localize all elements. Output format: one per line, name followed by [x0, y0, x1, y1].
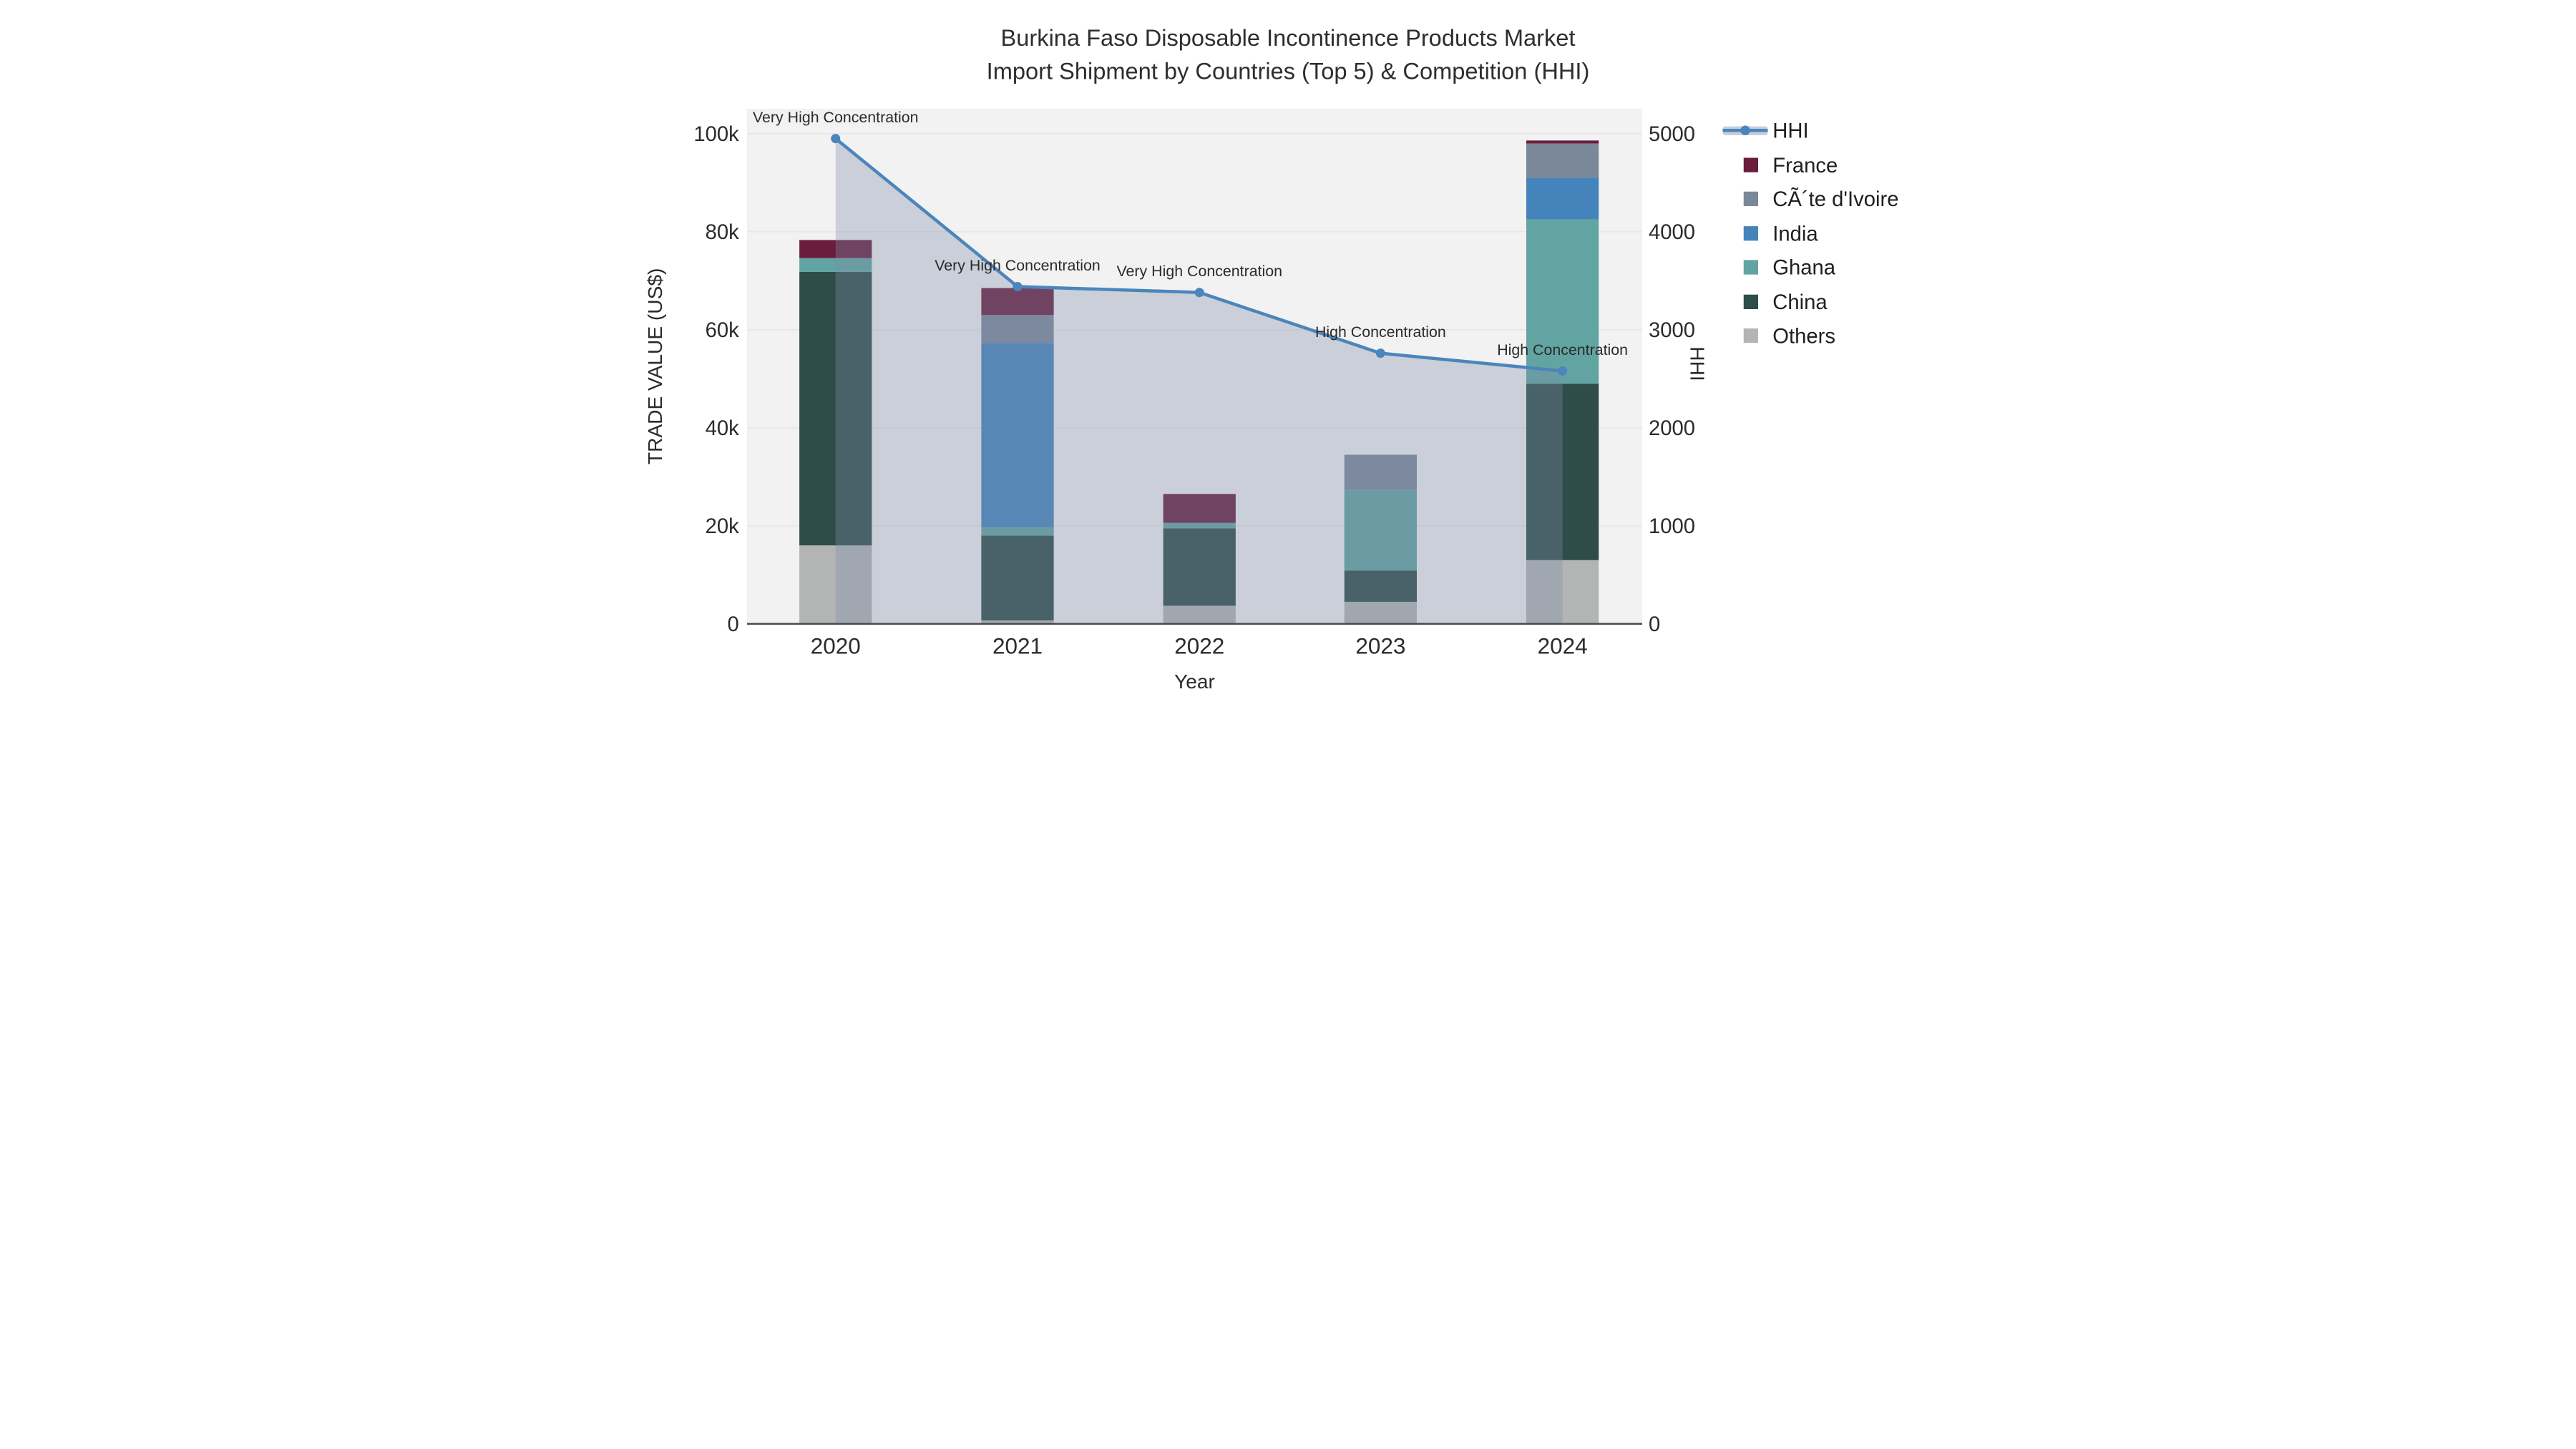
legend-label-others: Others [1772, 325, 1835, 348]
bar-segment-france-2024 [1526, 140, 1599, 144]
legend-item-france[interactable]: France [1743, 155, 1838, 177]
legend-label-hhi: HHI [1772, 119, 1808, 142]
y2-tick-label: 1000 [1649, 515, 1695, 538]
hhi-marker-2020 [831, 134, 841, 144]
chart-canvas: Very High Concentration Very High Concent… [644, 0, 1932, 725]
y-tick-label: 80k [706, 221, 740, 244]
x-tick-label-2024: 2024 [1538, 633, 1588, 659]
y2-tick-label: 3000 [1649, 319, 1695, 342]
figure: Very High Concentration Very High Concent… [644, 0, 1932, 725]
legend-item-hhi[interactable]: HHI [1722, 119, 1809, 142]
bar-segment-india-2024 [1526, 177, 1599, 220]
y2-tick-label: 5000 [1649, 123, 1695, 146]
chart-title-line1: Burkina Faso Disposable Incontinence Pro… [1001, 24, 1576, 51]
legend-label-france: France [1772, 155, 1838, 177]
y-tick-label: 60k [706, 319, 740, 342]
y2-axis-title: HHI [1687, 346, 1709, 381]
y2-tick-label: 2000 [1649, 417, 1695, 440]
hhi-marker-sample [1740, 125, 1750, 135]
y2-tick-label: 0 [1649, 613, 1660, 636]
legend-item-cote-divoire[interactable]: CÃ´te d'Ivoire [1743, 187, 1899, 211]
legend-swatch-france [1743, 157, 1758, 172]
y-tick-label: 20k [706, 515, 740, 538]
legend-swatch-others [1743, 328, 1758, 343]
legend: HHI France CÃ´te d'Ivoire India Ghana Ch… [1722, 119, 1899, 348]
bar-segment-ghana-2024 [1526, 219, 1599, 384]
legend-item-others[interactable]: Others [1743, 325, 1835, 348]
y-tick-label: 100k [693, 123, 739, 146]
x-tick-label-2022: 2022 [1174, 633, 1224, 659]
hhi-annotation-2024: High Concentration [1497, 341, 1628, 358]
legend-label-ghana: Ghana [1772, 257, 1836, 280]
legend-label-india: India [1772, 223, 1818, 245]
x-tick-label-2023: 2023 [1355, 633, 1405, 659]
hhi-marker-2024 [1558, 366, 1568, 376]
legend-swatch-india [1743, 226, 1758, 241]
legend-swatch-cote-divoire [1743, 191, 1758, 206]
hhi-marker-2022 [1194, 288, 1204, 298]
legend-swatch-ghana [1743, 260, 1758, 275]
legend-item-china[interactable]: China [1743, 291, 1828, 314]
x-tick-label-2021: 2021 [992, 633, 1043, 659]
chart-title-line2: Import Shipment by Countries (Top 5) & C… [987, 57, 1590, 84]
legend-item-ghana[interactable]: Ghana [1743, 257, 1836, 280]
bar-segment-c-te-d-ivoire-2024 [1526, 143, 1599, 178]
hhi-annotation-2023: High Concentration [1315, 323, 1446, 341]
y-tick-label: 0 [727, 613, 738, 636]
hhi-annotation-2022: Very High Concentration [1116, 263, 1282, 280]
y-tick-label: 40k [706, 417, 740, 440]
hhi-marker-2021 [1013, 281, 1023, 292]
x-tick-label-2020: 2020 [811, 633, 861, 659]
y2-tick-label: 4000 [1649, 221, 1695, 244]
hhi-annotation-2020: Very High Concentration [753, 109, 919, 126]
hhi-annotation-2021: Very High Concentration [935, 257, 1101, 274]
legend-label-china: China [1772, 291, 1828, 314]
hhi-marker-2023 [1375, 348, 1385, 358]
legend-swatch-china [1743, 294, 1758, 309]
legend-item-india[interactable]: India [1743, 223, 1819, 245]
x-axis-title: Year [1174, 670, 1215, 693]
y-axis-title: TRADE VALUE (US$) [644, 268, 666, 464]
legend-label-cote-divoire: CÃ´te d'Ivoire [1772, 187, 1898, 211]
